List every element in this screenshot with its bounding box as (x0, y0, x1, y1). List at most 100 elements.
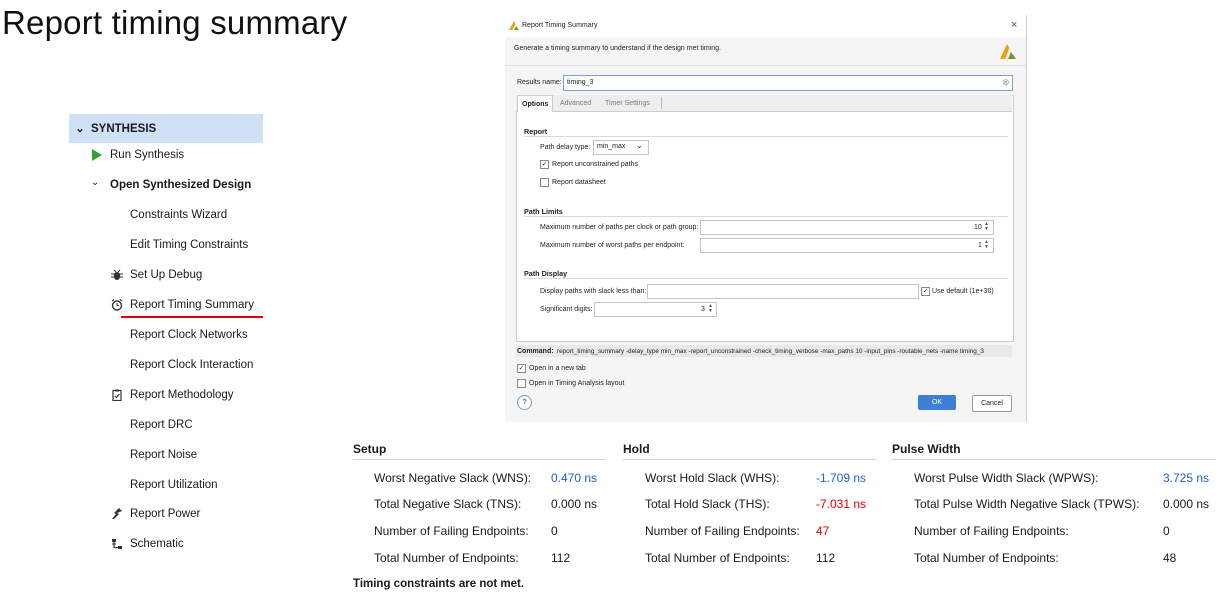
slide-title: Report timing summary (2, 4, 348, 41)
pulse-failing-value: 0 (1163, 524, 1170, 538)
hold-failing-label: Number of Failing Endpoints: (645, 524, 800, 538)
chevron-down-icon[interactable]: ⌄ (91, 178, 103, 191)
schematic-icon (112, 539, 122, 549)
flow-navigator: ⌄ SYNTHESIS (69, 114, 263, 143)
clock-icon (111, 299, 123, 311)
nav-report-clock-interaction[interactable]: Report Clock Interaction (130, 359, 253, 371)
tns-label: Total Negative Slack (TNS): (374, 497, 522, 511)
report-header: Report (524, 127, 548, 136)
open-timing-layout-label: Open in Timing Analysis layout (529, 380, 625, 387)
path-limits-header: Path Limits (524, 207, 563, 216)
path-delay-label: Path delay type: (540, 144, 591, 151)
close-icon[interactable]: × (1011, 19, 1017, 31)
timing-status-message: Timing constraints are not met. (353, 578, 525, 590)
use-default-checkbox[interactable]: ✓ (921, 287, 930, 296)
nav-set-up-debug[interactable]: Set Up Debug (111, 269, 202, 281)
pulse-width-title: Pulse Width (892, 442, 961, 456)
tpws-value: 0.000 ns (1163, 497, 1210, 511)
nav-open-synthesized-design[interactable]: ⌄ Open Synthesized Design (91, 178, 251, 192)
tab-advanced[interactable]: Advanced (560, 100, 591, 107)
vivado-logo-large-icon (1000, 44, 1016, 59)
ths-label: Total Hold Slack (THS): (645, 497, 770, 511)
max-worst-label: Maximum number of worst paths per endpoi… (540, 242, 685, 249)
tab-timer-settings[interactable]: Timer Settings (605, 100, 650, 107)
report-datasheet-label: Report datasheet (552, 179, 606, 186)
bug-icon (111, 269, 123, 280)
whs-label: Worst Hold Slack (WHS): (645, 471, 780, 485)
nav-run-synthesis[interactable]: Run Synthesis (91, 149, 184, 161)
max-paths-input[interactable]: 10 ▲ ▼ (700, 220, 994, 235)
clipboard-icon (112, 389, 122, 401)
hold-title: Hold (623, 442, 650, 456)
results-name-input[interactable]: timing_3 ⊗ (563, 75, 1013, 91)
help-button[interactable]: ? (517, 395, 532, 410)
command-text: report_timing_summary -delay_type min_ma… (557, 348, 984, 355)
nav-report-power[interactable]: Report Power (111, 508, 200, 520)
setup-failing-value: 0 (551, 524, 558, 538)
tab-options[interactable]: Options (517, 95, 553, 112)
path-display-header: Path Display (524, 269, 568, 278)
max-paths-label: Maximum number of paths per clock or pat… (540, 224, 699, 231)
tns-value: 0.000 ns (551, 497, 598, 511)
setup-failing-label: Number of Failing Endpoints: (374, 524, 529, 538)
hold-total-label: Total Number of Endpoints: (645, 551, 790, 565)
open-new-tab-label: Open in a new tab (529, 365, 586, 372)
report-timing-summary-dialog: Report Timing Summary × Generate a timin… (505, 15, 1027, 422)
wns-label: Worst Negative Slack (WNS): (374, 471, 532, 485)
tpws-label: Total Pulse Width Negative Slack (TPWS): (914, 497, 1140, 511)
synthesis-section-header[interactable]: ⌄ SYNTHESIS (69, 114, 263, 143)
dialog-titlebar: Report Timing Summary × (505, 15, 1026, 37)
dialog-description: Generate a timing summary to understand … (514, 45, 721, 52)
wpws-label: Worst Pulse Width Slack (WPWS): (914, 471, 1099, 485)
max-worst-input[interactable]: 1 ▲ ▼ (700, 238, 994, 253)
results-name-label: Results name: (517, 79, 562, 86)
clear-icon[interactable]: ⊗ (1002, 77, 1010, 88)
whs-value[interactable]: -1.709 ns (816, 471, 866, 485)
power-icon (112, 508, 122, 519)
nav-edit-timing-constraints[interactable]: Edit Timing Constraints (130, 239, 248, 251)
setup-total-label: Total Number of Endpoints: (374, 551, 519, 565)
nav-report-utilization[interactable]: Report Utilization (130, 479, 218, 491)
sig-digits-label: Significant digits: (540, 306, 593, 313)
command-label: Command: (517, 348, 554, 355)
report-datasheet-checkbox[interactable] (540, 178, 549, 187)
wns-value[interactable]: 0.470 ns (551, 471, 597, 485)
options-panel (516, 95, 1014, 342)
highlight-underline (121, 316, 263, 318)
open-timing-layout-checkbox[interactable] (517, 379, 526, 388)
nav-report-methodology[interactable]: Report Methodology (111, 389, 234, 401)
display-slack-label: Display paths with slack less than: (540, 288, 647, 295)
pulse-total-value: 48 (1163, 551, 1177, 565)
nav-report-noise[interactable]: Report Noise (130, 449, 197, 461)
ok-button[interactable]: OK (918, 395, 956, 410)
pulse-total-label: Total Number of Endpoints: (914, 551, 1059, 565)
cancel-button[interactable]: Cancel (972, 395, 1012, 412)
use-default-label: Use default (1e+30) (932, 288, 994, 295)
sig-digits-input[interactable]: 3 ▲ ▼ (594, 302, 717, 317)
dialog-title: Report Timing Summary (522, 22, 598, 29)
nav-report-drc[interactable]: Report DRC (130, 419, 193, 431)
display-slack-input[interactable] (647, 284, 919, 299)
report-unconstrained-checkbox[interactable]: ✓ (540, 160, 549, 169)
chevron-down-icon[interactable]: ⌄ (69, 122, 91, 135)
ths-value: -7.031 ns (816, 497, 867, 511)
spinner-icon[interactable]: ▲ ▼ (984, 222, 989, 232)
play-icon (92, 149, 102, 161)
pulse-failing-label: Number of Failing Endpoints: (914, 524, 1069, 538)
nav-report-clock-networks[interactable]: Report Clock Networks (130, 329, 248, 341)
nav-report-timing-summary[interactable]: Report Timing Summary (111, 299, 254, 311)
report-unconstrained-label: Report unconstrained paths (552, 161, 638, 168)
setup-total-value: 112 (551, 551, 571, 565)
hold-failing-value: 47 (816, 524, 830, 538)
spinner-icon[interactable]: ▲ ▼ (984, 240, 989, 250)
setup-title: Setup (353, 442, 387, 456)
nav-constraints-wizard[interactable]: Constraints Wizard (130, 209, 227, 221)
chevron-down-icon: ⌄ (636, 141, 643, 150)
nav-schematic[interactable]: Schematic (111, 538, 184, 550)
open-new-tab-checkbox[interactable]: ✓ (517, 364, 526, 373)
wpws-value[interactable]: 3.725 ns (1163, 471, 1209, 485)
hold-total-value: 112 (816, 551, 836, 565)
path-delay-select[interactable]: min_max ⌄ (593, 140, 649, 155)
spinner-icon[interactable]: ▲ ▼ (708, 304, 713, 314)
synthesis-section-label: SYNTHESIS (91, 122, 157, 135)
